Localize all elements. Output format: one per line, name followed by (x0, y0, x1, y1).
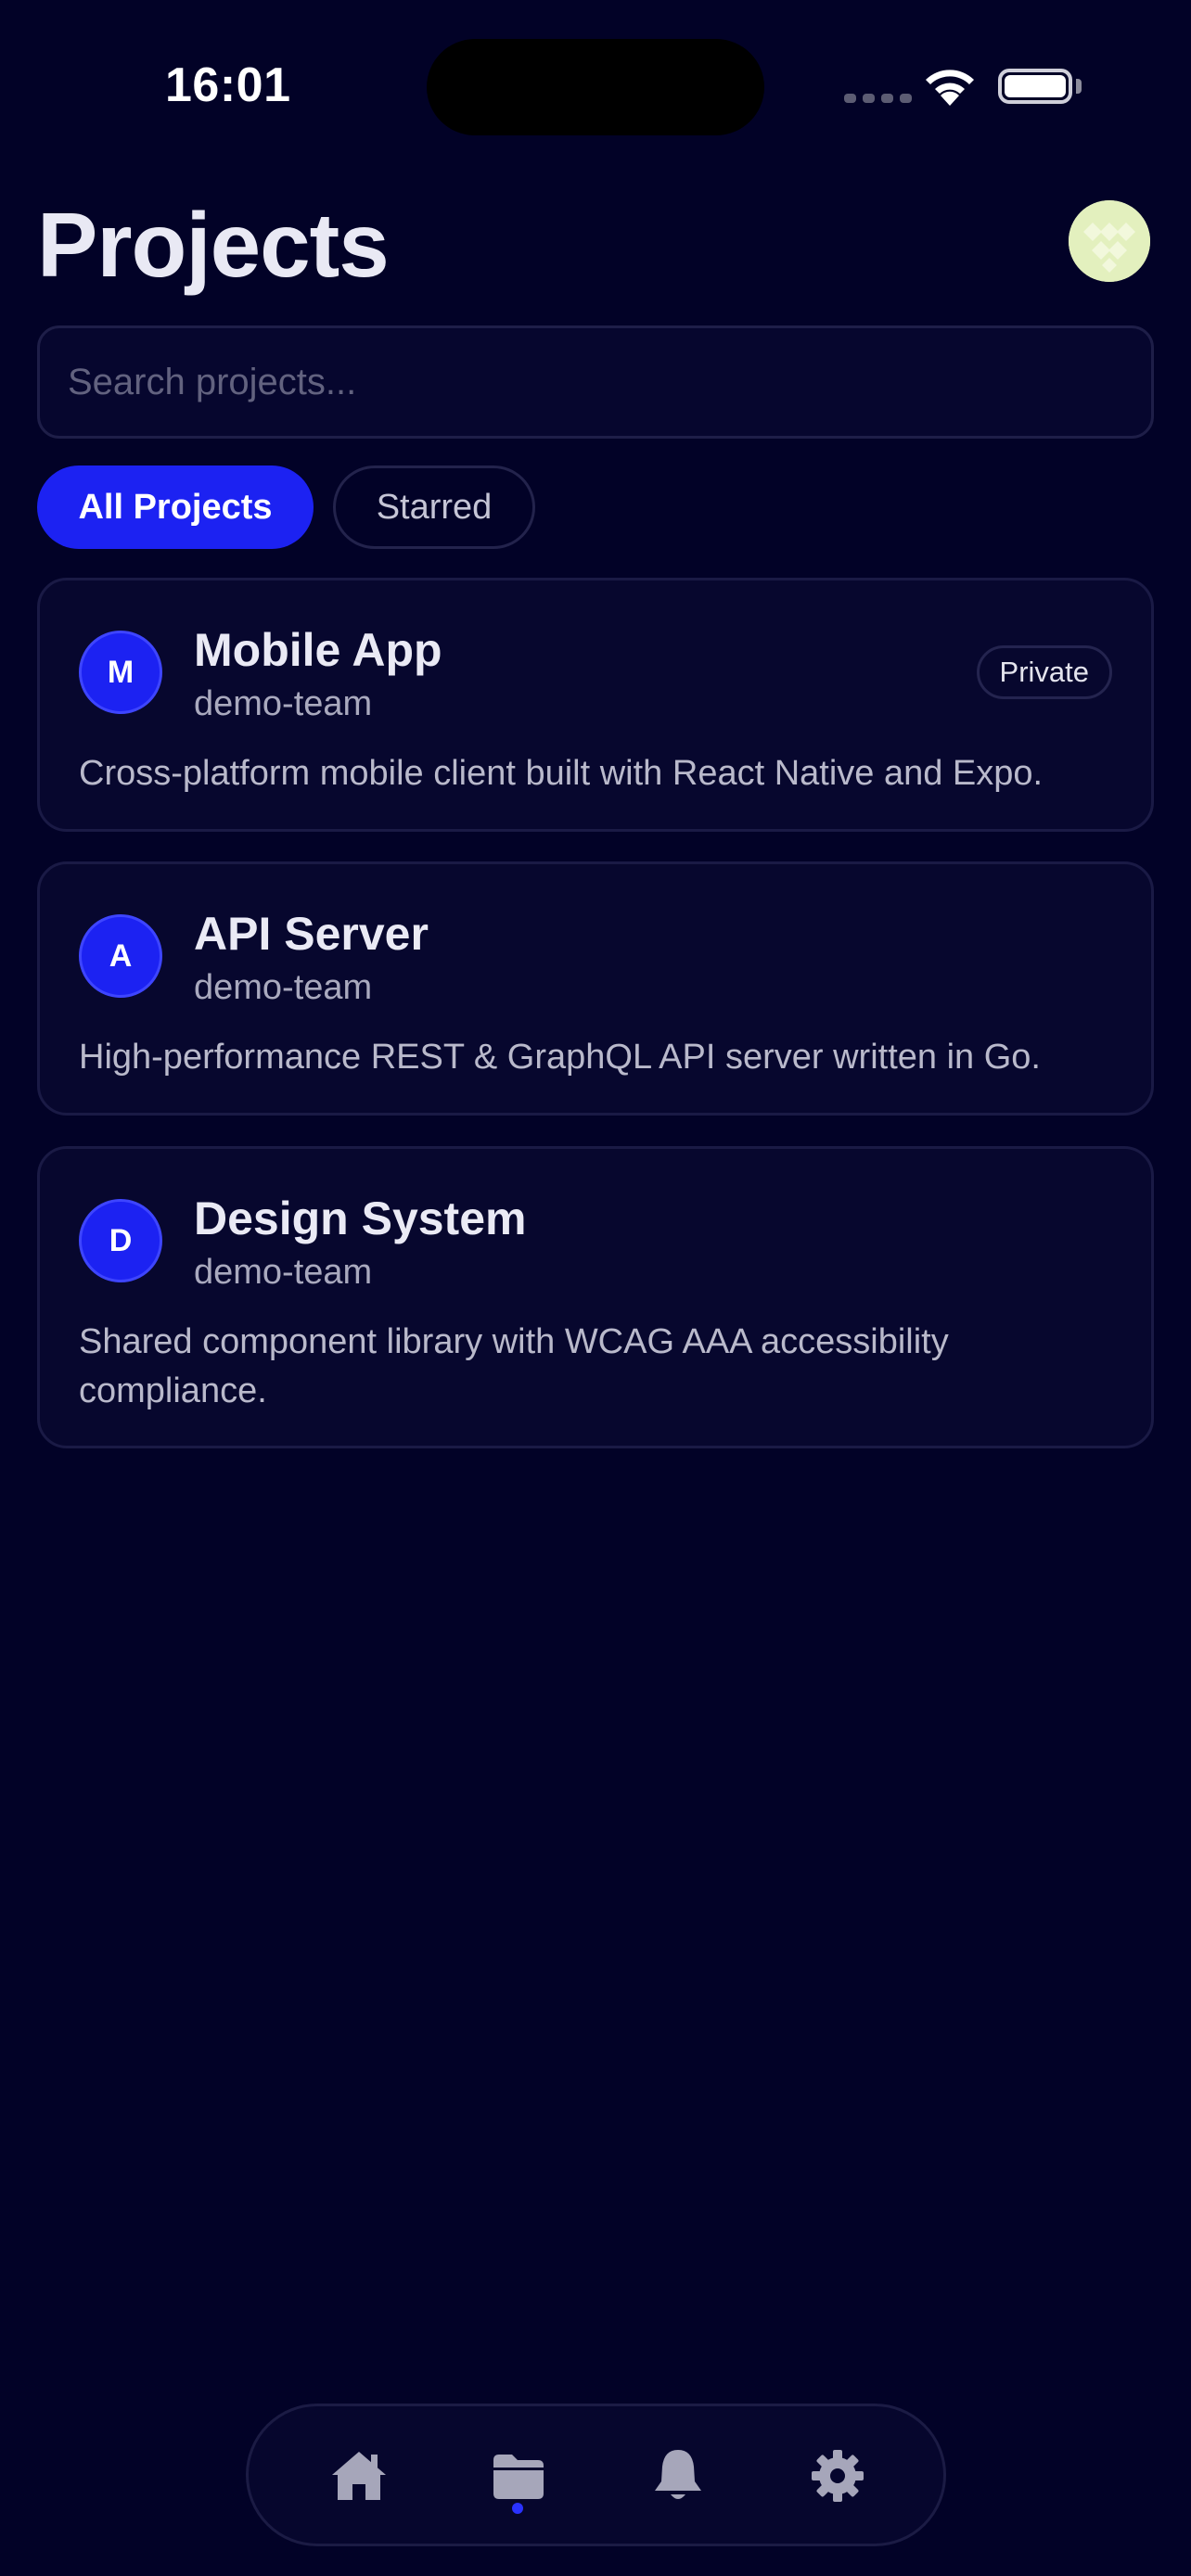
project-name: Design System (194, 1192, 527, 1244)
tab-projects[interactable] (463, 2406, 574, 2545)
dynamic-island (427, 39, 764, 135)
cellular-signal-icon (844, 94, 912, 103)
project-initial-avatar: A (79, 914, 162, 998)
home-icon (332, 2452, 386, 2500)
project-initial-avatar: M (79, 631, 162, 714)
search-input[interactable] (40, 328, 1151, 436)
gear-icon (812, 2450, 864, 2502)
battery-icon (998, 69, 1072, 104)
wifi-icon (926, 70, 974, 106)
page-title: Projects (37, 194, 390, 296)
project-owner: demo-team (194, 684, 373, 723)
project-description: Shared component library with WCAG AAA a… (79, 1322, 949, 1410)
search-field[interactable] (37, 325, 1154, 439)
project-card[interactable]: A API Server demo-team High-performance … (37, 861, 1154, 1116)
active-tab-indicator (512, 2503, 523, 2514)
status-time: 16:01 (165, 58, 291, 112)
project-owner: demo-team (194, 1253, 373, 1292)
bell-icon (655, 2450, 701, 2499)
filter-starred[interactable]: Starred (333, 465, 535, 549)
avatar-pattern-icon (1069, 200, 1150, 282)
folder-icon (493, 2455, 544, 2499)
tab-notifications[interactable] (622, 2406, 734, 2545)
project-description: High-performance REST & GraphQL API serv… (79, 1038, 1041, 1077)
project-description: Cross-platform mobile client built with … (79, 754, 1044, 793)
project-owner: demo-team (194, 968, 373, 1007)
user-avatar[interactable] (1069, 200, 1150, 282)
projects-screen: 16:01 Projects All Projects Starred (0, 0, 1191, 2576)
filter-all-projects[interactable]: All Projects (37, 465, 314, 549)
project-card[interactable]: M Mobile App demo-team Private Cross-pla… (37, 578, 1154, 832)
bottom-tab-bar (246, 2404, 946, 2546)
visibility-badge: Private (976, 645, 1112, 699)
tab-settings[interactable] (782, 2406, 893, 2545)
tab-home[interactable] (303, 2406, 415, 2545)
project-card[interactable]: D Design System demo-team Shared compone… (37, 1146, 1154, 1448)
battery-nub (1076, 79, 1082, 94)
project-name: API Server (194, 908, 429, 960)
project-initial-avatar: D (79, 1199, 162, 1282)
project-name: Mobile App (194, 624, 442, 676)
